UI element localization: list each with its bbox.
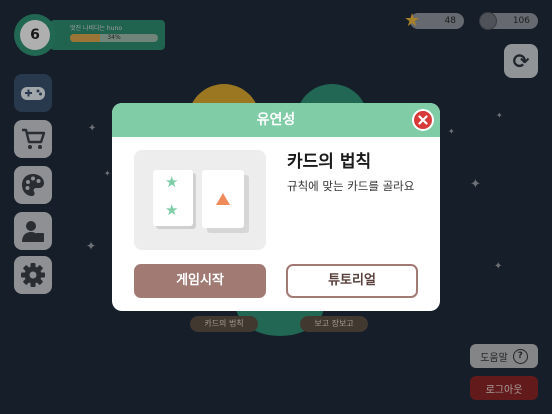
game-description: 규칙에 맞는 카드를 골라요 (287, 179, 415, 193)
card-triangle (202, 170, 244, 228)
modal-title: 유연성 (112, 103, 440, 137)
star-shape-icon: ★ (165, 173, 179, 191)
start-game-button[interactable]: 게임시작 (134, 264, 266, 298)
close-button[interactable] (412, 109, 434, 131)
card-stars: ★ ★ (153, 170, 193, 226)
triangle-shape-icon (216, 193, 230, 205)
close-icon (418, 115, 428, 125)
game-title: 카드의 법칙 (287, 152, 372, 172)
game-preview-image: ★ ★ (134, 150, 266, 250)
tutorial-button[interactable]: 튜토리얼 (286, 264, 418, 298)
game-info-modal: 유연성 ★ ★ 카드의 법칙 규칙에 맞는 카드를 골라요 게임시작 튜토리얼 (112, 103, 440, 311)
star-shape-icon: ★ (165, 201, 179, 219)
